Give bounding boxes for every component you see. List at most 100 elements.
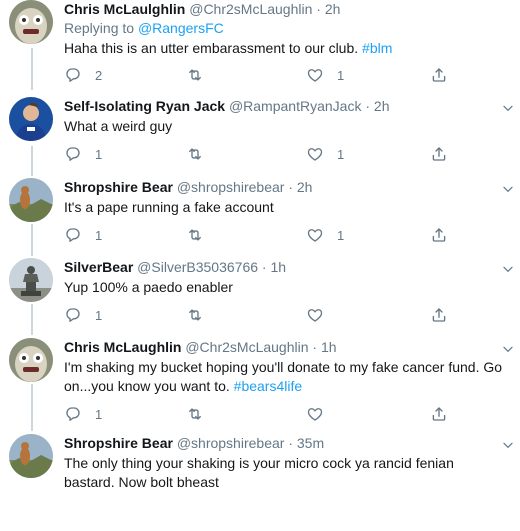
mention-link[interactable]: @RangersFC: [138, 20, 224, 36]
like-button[interactable]: 1: [306, 144, 344, 164]
avatar[interactable]: [9, 338, 53, 382]
reply-icon: [64, 145, 82, 163]
thread-line: [31, 48, 33, 90]
avatar[interactable]: [9, 178, 53, 222]
like-button[interactable]: [306, 404, 337, 424]
avatar[interactable]: [9, 434, 53, 478]
share-button[interactable]: [430, 65, 448, 85]
reply-count: 1: [95, 307, 103, 323]
thread-line: [31, 384, 33, 431]
tweet-actions: 1 1: [64, 225, 514, 245]
share-button[interactable]: [430, 225, 448, 245]
retweet-button[interactable]: [186, 225, 217, 245]
tweet-actions: 1 1: [64, 144, 514, 164]
avatar[interactable]: [9, 258, 53, 302]
user-handle[interactable]: @Chr2sMcLaughlin: [189, 1, 312, 17]
retweet-button[interactable]: [186, 305, 217, 325]
like-count: 1: [337, 227, 345, 243]
reply-icon: [64, 306, 82, 324]
thread-line: [31, 304, 33, 335]
share-icon: [430, 405, 448, 423]
replying-to: Replying to @RangersFC: [64, 19, 514, 37]
timestamp[interactable]: 1h: [321, 339, 337, 355]
timestamp[interactable]: 35m: [297, 435, 324, 451]
separator: ·: [288, 179, 293, 195]
reply-icon: [64, 66, 82, 84]
tweet-text: I'm shaking my bucket hoping you'll dona…: [64, 358, 514, 396]
retweet-button[interactable]: [186, 404, 217, 424]
reply-icon: [64, 226, 82, 244]
reply-button[interactable]: 1: [64, 404, 102, 424]
reply-button[interactable]: 1: [64, 144, 102, 164]
separator: ·: [316, 1, 321, 17]
reply-button[interactable]: 1: [64, 225, 102, 245]
tweet-text: What a weird guy: [64, 117, 514, 136]
share-icon: [430, 306, 448, 324]
heart-icon: [306, 145, 324, 163]
timestamp[interactable]: 2h: [325, 1, 341, 17]
separator: ·: [261, 259, 267, 275]
retweet-icon: [186, 145, 204, 163]
share-button[interactable]: [430, 404, 448, 424]
heart-icon: [306, 226, 324, 244]
heart-icon: [306, 405, 324, 423]
tweet-header: Chris McLaughlin @Chr2sMcLaughlin · 1h: [64, 338, 514, 356]
thread-line: [31, 146, 33, 176]
tweet-text: Haha this is an utter embarassment to ou…: [64, 39, 514, 58]
retweet-icon: [186, 226, 204, 244]
tweet-header: SilverBear @SilverB35036766 · 1h: [64, 258, 514, 276]
avatar[interactable]: [9, 0, 53, 44]
display-name[interactable]: Chris McLaughlin: [64, 339, 181, 355]
avatar[interactable]: [9, 97, 53, 141]
share-icon: [430, 66, 448, 84]
like-button[interactable]: [306, 305, 337, 325]
tweet-header: Shropshire Bear @shropshirebear · 2h: [64, 178, 514, 196]
user-handle[interactable]: @shropshirebear: [177, 179, 285, 195]
display-name[interactable]: Chris McLaulghlin: [64, 1, 185, 17]
separator: ·: [288, 435, 293, 451]
tweet-actions: 1: [64, 305, 514, 325]
heart-icon: [306, 66, 324, 84]
display-name[interactable]: SilverBear: [64, 259, 133, 275]
reply-button[interactable]: 2: [64, 65, 102, 85]
timestamp[interactable]: 1h: [270, 259, 286, 275]
timestamp[interactable]: 2h: [297, 179, 313, 195]
separator: ·: [365, 98, 371, 114]
user-handle[interactable]: @Chr2sMcLaughlin: [185, 339, 308, 355]
reply-icon: [64, 405, 82, 423]
hashtag-link[interactable]: #bears4life: [234, 378, 303, 394]
user-handle[interactable]: @shropshirebear: [177, 435, 285, 451]
like-count: 1: [337, 146, 345, 162]
thread-line: [31, 224, 33, 256]
reply-count: 1: [95, 227, 103, 243]
timestamp[interactable]: 2h: [374, 98, 390, 114]
hashtag-link[interactable]: #blm: [362, 40, 392, 56]
retweet-button[interactable]: [186, 144, 217, 164]
tweet-body: Haha this is an utter embarassment to ou…: [64, 40, 359, 56]
retweet-icon: [186, 405, 204, 423]
tweet-header: Chris McLaulghlin @Chr2sMcLaughlin · 2h: [64, 0, 514, 18]
tweet-body: It's a pape running a fake account: [64, 199, 274, 215]
tweet-header: Self-Isolating Ryan Jack @RampantRyanJac…: [64, 97, 514, 115]
like-button[interactable]: 1: [306, 65, 344, 85]
tweet-header: Shropshire Bear @shropshirebear · 35m: [64, 434, 514, 452]
user-handle[interactable]: @SilverB35036766: [137, 259, 258, 275]
display-name[interactable]: Shropshire Bear: [64, 435, 173, 451]
display-name[interactable]: Self-Isolating Ryan Jack: [64, 98, 225, 114]
like-button[interactable]: 1: [306, 225, 344, 245]
reply-count: 1: [95, 146, 103, 162]
reply-count: 2: [95, 67, 103, 83]
replying-label: Replying to: [64, 20, 135, 36]
tweet-actions: 1: [64, 404, 514, 424]
tweet-body: The only thing your shaking is your micr…: [64, 455, 454, 490]
retweet-button[interactable]: [186, 65, 217, 85]
share-icon: [430, 145, 448, 163]
display-name[interactable]: Shropshire Bear: [64, 179, 173, 195]
tweet-text: Yup 100% a paedo enabler: [64, 278, 514, 297]
share-button[interactable]: [430, 144, 448, 164]
like-count: 1: [337, 67, 345, 83]
reply-button[interactable]: 1: [64, 305, 102, 325]
tweet-body: Yup 100% a paedo enabler: [64, 279, 233, 295]
user-handle[interactable]: @RampantRyanJack: [229, 98, 362, 114]
share-button[interactable]: [430, 305, 448, 325]
